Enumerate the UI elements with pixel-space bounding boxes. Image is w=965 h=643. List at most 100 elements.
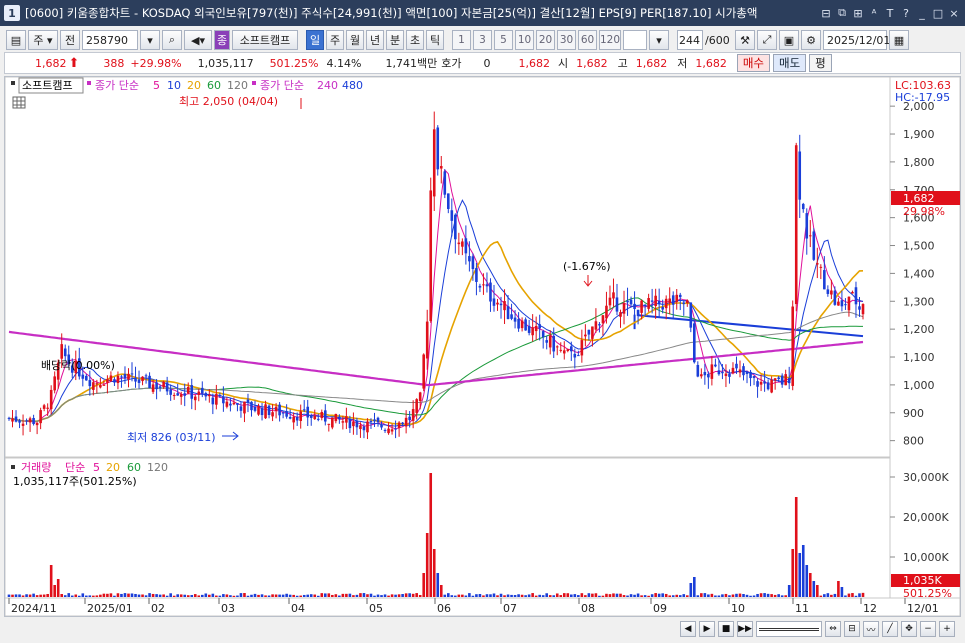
move-icon[interactable]: ✥ — [901, 621, 917, 637]
gear-icon[interactable]: ⚙ — [801, 30, 821, 50]
period-monthly[interactable]: 월 — [346, 30, 364, 50]
period-daily[interactable]: 일 — [306, 30, 324, 50]
volume-bar — [840, 587, 844, 597]
candle-body — [200, 387, 204, 394]
date-input[interactable]: 2025/12/01 — [823, 30, 890, 50]
zoom-range-icon[interactable]: ⇔ — [825, 621, 841, 637]
dropdown-icon[interactable]: ▾ — [140, 30, 160, 50]
volume-bar — [88, 595, 92, 597]
volume-bar — [102, 593, 106, 597]
interval-120[interactable]: 120 — [599, 30, 621, 50]
zoom-slider-thumb[interactable] — [759, 628, 819, 631]
interval-5[interactable]: 5 — [494, 30, 513, 50]
table-icon[interactable] — [12, 96, 26, 109]
zoom-out-icon[interactable]: − — [920, 621, 936, 637]
draw-tool-icon[interactable]: ⤢ — [757, 30, 777, 50]
candle-body — [605, 305, 608, 319]
line-icon[interactable]: 〰 — [863, 621, 879, 637]
volume-bar — [605, 593, 608, 597]
interval-20[interactable]: 20 — [536, 30, 555, 50]
volume-bar — [278, 594, 281, 597]
candle-body — [28, 418, 32, 423]
sector-badge[interactable]: 종 — [214, 30, 230, 50]
candle-body — [113, 379, 116, 383]
period-yearly[interactable]: 년 — [366, 30, 384, 50]
code-list-icon[interactable]: ▤ — [6, 30, 26, 50]
candle-body — [454, 214, 457, 240]
volume-bar — [53, 585, 56, 597]
candle-body — [482, 284, 485, 286]
candle-body — [429, 190, 433, 322]
candle-body — [766, 382, 770, 390]
count-input[interactable]: 244 — [677, 30, 703, 50]
volume-bar — [805, 565, 809, 597]
volume-bar — [415, 593, 418, 597]
scroll-left-icon[interactable]: ◀ — [680, 621, 696, 637]
candle-body — [299, 411, 302, 422]
volume-bar — [373, 595, 376, 597]
volume-bar — [633, 594, 636, 597]
interval-custom-input[interactable] — [623, 30, 647, 50]
copy-window-icon[interactable]: ⧉ — [835, 5, 849, 21]
buy-button[interactable]: 매수 — [736, 54, 770, 72]
chart-settings-icon[interactable]: ⚒ — [735, 30, 755, 50]
period-weekly[interactable]: 주 — [326, 30, 344, 50]
minimize-icon[interactable]: _ — [915, 5, 929, 21]
scroll-right-icon[interactable]: ▶ — [699, 621, 715, 637]
chart-area[interactable]: 2,000 1,900 1,800 1,700 1,600 1,500 1,400 1,300… — [4, 76, 961, 617]
interval-30[interactable]: 30 — [557, 30, 576, 50]
volume-bar — [172, 595, 176, 597]
save-icon[interactable]: ▣ — [779, 30, 799, 50]
volume-bar — [787, 585, 791, 597]
stop-icon[interactable]: ■ — [718, 621, 734, 637]
layout-icon[interactable]: ⊟ — [819, 5, 833, 21]
maximize-icon[interactable]: □ — [931, 5, 945, 21]
volume-bar — [492, 593, 496, 597]
interval-60[interactable]: 60 — [578, 30, 597, 50]
help-icon[interactable]: ? — [899, 5, 913, 21]
interval-1[interactable]: 1 — [452, 30, 471, 50]
calendar-icon[interactable]: ▦ — [889, 30, 909, 50]
split-icon[interactable]: ⊟ — [844, 621, 860, 637]
price-chart-svg[interactable]: 2,0001,9001,8001,7001,6001,5001,4001,300… — [4, 76, 961, 617]
volume-bar — [14, 594, 18, 597]
period-select-value: 주 — [33, 34, 44, 47]
volume-bar — [137, 594, 141, 597]
candle-body — [193, 396, 197, 401]
type-select[interactable]: 전 — [60, 30, 80, 50]
trend-icon[interactable]: ╱ — [882, 621, 898, 637]
text-icon[interactable]: T — [883, 5, 897, 21]
stock-code-input[interactable]: 258790 — [82, 30, 138, 50]
font-icon[interactable]: ᴬ — [867, 5, 881, 21]
volume-bar — [752, 595, 756, 597]
grid-icon[interactable]: ⊞ — [851, 5, 865, 21]
candle-body — [566, 349, 570, 351]
candle-body — [787, 378, 791, 384]
period-minute[interactable]: 분 — [386, 30, 404, 50]
zoom-slider[interactable] — [756, 621, 822, 637]
volume-bar — [179, 594, 183, 597]
interval-3[interactable]: 3 — [473, 30, 492, 50]
interval-dropdown-icon[interactable]: ▾ — [649, 30, 669, 50]
volume-bar — [67, 593, 71, 597]
fast-forward-icon[interactable]: ▶▶ — [737, 621, 753, 637]
volume-bar — [309, 594, 313, 597]
period-tick[interactable]: 틱 — [426, 30, 444, 50]
candle-body — [513, 317, 517, 322]
candle-body — [541, 331, 545, 338]
candle-body — [587, 329, 591, 335]
period-select[interactable]: 주 ▾ — [28, 30, 58, 50]
zoom-in-icon[interactable]: + — [939, 621, 955, 637]
volume-bar — [323, 593, 327, 597]
search-icon[interactable]: ⌕ — [162, 30, 182, 50]
sell-button[interactable]: 매도 — [773, 54, 807, 72]
turnover: 4.14% — [326, 56, 362, 70]
volume-bar — [148, 593, 151, 597]
close-icon[interactable]: × — [947, 5, 961, 21]
sound-icon[interactable]: ◀▾ — [184, 30, 212, 50]
window-badge[interactable]: 1 — [4, 5, 20, 21]
flat-button[interactable]: 평 — [809, 54, 832, 72]
period-second[interactable]: 초 — [406, 30, 424, 50]
interval-10[interactable]: 10 — [515, 30, 534, 50]
volume-bar — [158, 594, 162, 597]
